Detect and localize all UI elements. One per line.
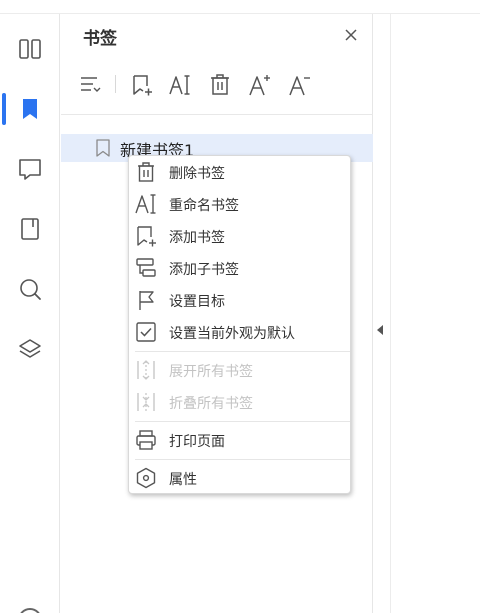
menu-item-label: 重命名书签 <box>169 198 239 214</box>
rail-attachments-button[interactable] <box>0 205 60 253</box>
thumbnail-icon <box>19 39 41 59</box>
add-bookmark-button[interactable] <box>127 70 157 100</box>
expand-collapse-button[interactable] <box>75 70 105 100</box>
user-avatar[interactable] <box>18 608 42 613</box>
menu-item-rename-bookmark[interactable]: 重命名书签 <box>129 190 350 218</box>
menu-item-collapse-all[interactable]: 折叠所有书签 <box>129 388 350 416</box>
menu-item-add-bookmark[interactable]: 添加书签 <box>129 222 350 250</box>
delete-icon <box>138 162 154 182</box>
bookmark-icon <box>23 99 37 119</box>
menu-item-label: 打印页面 <box>169 434 225 450</box>
increase-font-icon <box>249 75 270 96</box>
flag-icon <box>139 291 154 310</box>
panel-title: 书签 <box>83 29 117 49</box>
rename-button[interactable] <box>165 70 195 100</box>
menu-item-add-child-bookmark[interactable]: 添加子书签 <box>129 254 350 282</box>
menu-separator <box>135 421 350 422</box>
add-bookmark-icon <box>137 226 156 247</box>
attachment-icon <box>21 218 39 240</box>
rename-icon <box>135 194 156 214</box>
expand-collapse-icon <box>81 77 101 92</box>
context-menu: 删除书签 重命名书签 添加书签 添加子书签 设置目标 设置当前外观为默认 展开所… <box>128 155 351 494</box>
add-bookmark-icon <box>133 75 152 96</box>
rename-icon <box>169 75 190 95</box>
layers-icon <box>19 339 41 358</box>
decrease-font-icon <box>289 76 310 96</box>
side-rail <box>0 14 60 613</box>
menu-separator <box>135 459 350 460</box>
menu-item-properties[interactable]: 属性 <box>129 464 350 492</box>
menu-item-label: 设置目标 <box>169 294 225 310</box>
menu-item-set-destination[interactable]: 设置目标 <box>129 286 350 314</box>
close-icon[interactable] <box>342 26 360 44</box>
content-divider <box>390 14 391 613</box>
checkbox-icon <box>136 322 156 342</box>
bookmark-toolbar <box>61 70 373 100</box>
menu-item-print-page[interactable]: 打印页面 <box>129 426 350 454</box>
rail-search-button[interactable] <box>0 265 60 313</box>
delete-button[interactable] <box>205 70 235 100</box>
rail-comments-button[interactable] <box>0 145 60 193</box>
panel-divider <box>61 114 373 115</box>
collapse-panel-icon[interactable] <box>377 325 383 335</box>
menu-item-label: 添加书签 <box>169 230 225 246</box>
menu-item-set-default-appearance[interactable]: 设置当前外观为默认 <box>129 318 350 346</box>
menu-separator <box>135 351 350 352</box>
search-icon <box>20 279 41 300</box>
decrease-font-button[interactable] <box>285 70 315 100</box>
rail-thumbnails-button[interactable] <box>0 25 60 73</box>
add-child-bookmark-icon <box>136 258 156 277</box>
collapse-all-icon <box>137 393 155 411</box>
rail-layers-button[interactable] <box>0 325 60 373</box>
menu-item-label: 属性 <box>169 472 197 488</box>
menu-item-label: 删除书签 <box>169 166 225 182</box>
toolbar-separator <box>115 75 116 93</box>
properties-icon <box>136 467 156 489</box>
menu-item-label: 设置当前外观为默认 <box>169 326 295 342</box>
menu-item-label: 展开所有书签 <box>169 364 253 380</box>
bookmark-outline-icon <box>96 139 110 157</box>
expand-all-icon <box>137 360 155 380</box>
print-icon <box>136 430 156 450</box>
rail-bookmarks-button[interactable] <box>0 85 60 133</box>
menu-item-label: 折叠所有书签 <box>169 396 253 412</box>
menu-item-delete-bookmark[interactable]: 删除书签 <box>129 158 350 186</box>
comment-icon <box>19 159 41 180</box>
increase-font-button[interactable] <box>245 70 275 100</box>
menu-item-label: 添加子书签 <box>169 262 239 278</box>
delete-icon <box>211 74 229 95</box>
menu-item-expand-all[interactable]: 展开所有书签 <box>129 356 350 384</box>
